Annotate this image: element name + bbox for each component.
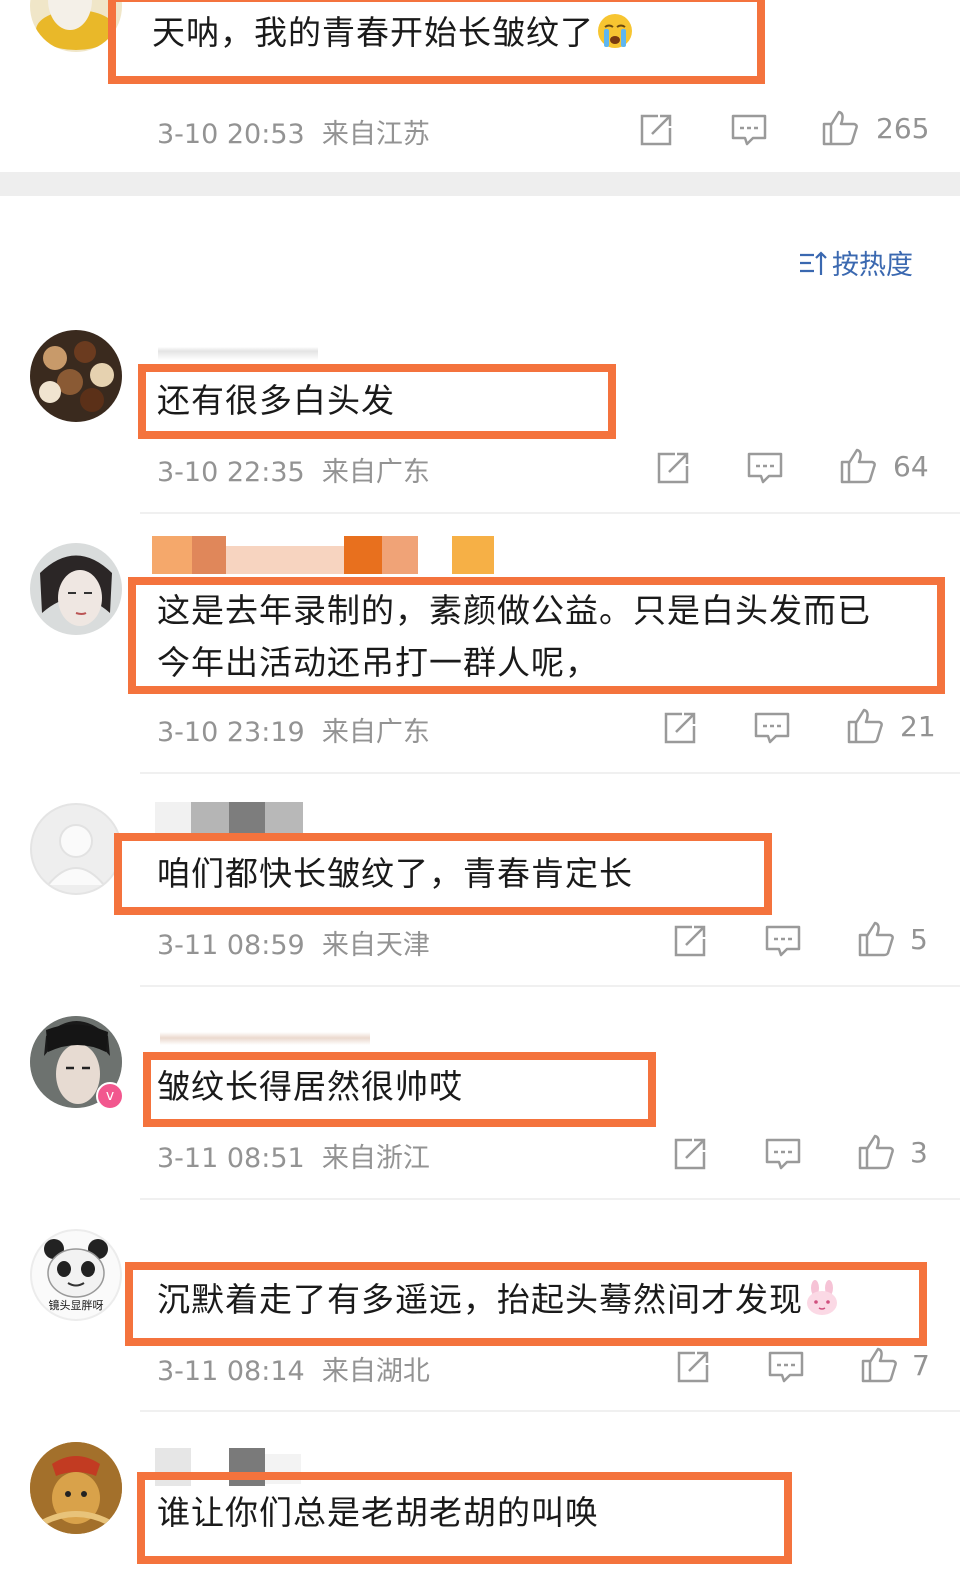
divider [140, 985, 960, 987]
comment-meta: 3-10 22:35 来自广东 [157, 457, 430, 488]
like-count: 7 [912, 1349, 930, 1382]
comment-meta: 3-11 08:14 来自湖北 [157, 1356, 430, 1387]
comment-icon[interactable] [763, 1134, 803, 1174]
comment-text: 天呐，我的青春开始长皱纹了 [152, 6, 634, 60]
thumbs-up-icon[interactable] [856, 919, 896, 959]
like-count: 265 [876, 112, 930, 145]
share-icon[interactable] [670, 921, 710, 961]
username-blurred [152, 536, 497, 574]
comment-icon[interactable] [729, 110, 769, 150]
sort-icon [798, 249, 828, 279]
thumbs-up-icon[interactable] [838, 446, 878, 486]
like-count: 5 [910, 923, 928, 956]
comment-text: 谁让你们总是老胡老胡的叫唤 [157, 1493, 599, 1532]
divider [140, 1410, 960, 1412]
thumbs-up-icon[interactable] [845, 706, 885, 746]
divider [140, 512, 960, 514]
username-blurred [160, 1025, 370, 1045]
comment-text: 这是去年录制的，素颜做公益。只是白头发而已 [157, 591, 871, 630]
comment-text: 皱纹长得居然很帅哎 [157, 1067, 463, 1106]
username-blurred [158, 338, 318, 360]
avatar[interactable] [30, 803, 122, 895]
comment-meta: 3-11 08:51 来自浙江 [157, 1143, 430, 1174]
bunny-emoji-icon [803, 1279, 841, 1317]
like-count: 64 [893, 450, 929, 483]
verified-badge-icon: v [96, 1082, 124, 1110]
comment-meta: 3-10 23:19 来自广东 [157, 717, 430, 748]
comment-icon[interactable] [763, 921, 803, 961]
divider [140, 772, 960, 774]
like-count: 3 [910, 1136, 928, 1169]
comment-text: 还有很多白头发 [157, 381, 395, 420]
comment-text: 咱们都快长皱纹了，青春肯定长 [157, 854, 633, 893]
avatar[interactable]: 镜头显胖呀 [30, 1229, 122, 1321]
share-icon[interactable] [673, 1347, 713, 1387]
avatar[interactable] [30, 1442, 122, 1534]
comment-text: 沉默着走了有多遥远，抬起头蓦然间才发现 [157, 1273, 841, 1327]
thumbs-up-icon[interactable] [820, 108, 860, 148]
comment-text: 今年出活动还吊打一群人呢， [157, 643, 599, 682]
thumbs-up-icon[interactable] [859, 1345, 899, 1385]
comment-icon[interactable] [766, 1347, 806, 1387]
sort-button[interactable]: 按热度 [798, 243, 913, 282]
avatar-caption: 镜头显胖呀 [48, 1299, 104, 1312]
comment-meta: 3-11 08:59 来自天津 [157, 930, 430, 961]
avatar[interactable] [30, 330, 122, 422]
comment-icon[interactable] [745, 448, 785, 488]
thumbs-up-icon[interactable] [856, 1132, 896, 1172]
section-divider [0, 172, 960, 196]
like-count: 21 [900, 710, 936, 743]
share-icon[interactable] [670, 1134, 710, 1174]
comment-meta: 3-10 20:53 来自江苏 [157, 119, 430, 150]
divider [140, 1198, 960, 1200]
crying-emoji-icon [596, 12, 634, 50]
avatar[interactable] [30, 543, 122, 635]
share-icon[interactable] [660, 708, 700, 748]
comment-icon[interactable] [752, 708, 792, 748]
share-icon[interactable] [653, 448, 693, 488]
avatar[interactable]: v [30, 1016, 124, 1110]
share-icon[interactable] [636, 110, 676, 150]
